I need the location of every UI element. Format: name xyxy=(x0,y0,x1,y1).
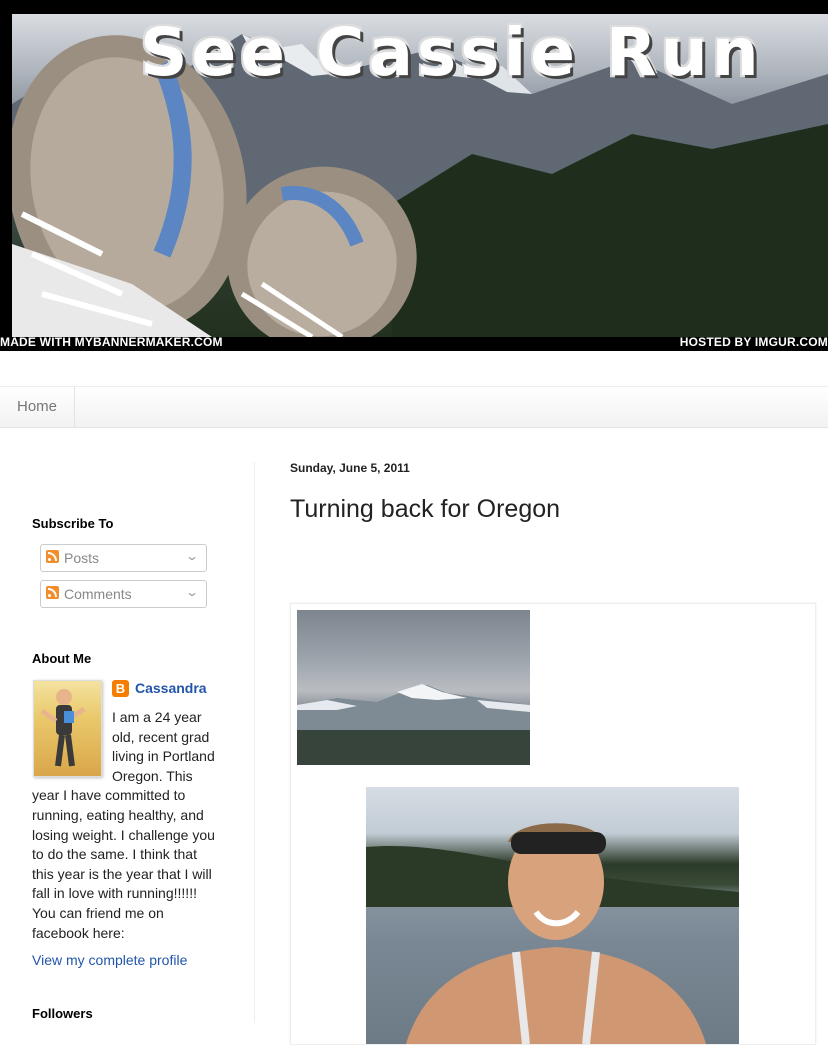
view-profile-link[interactable]: View my complete profile xyxy=(32,952,187,968)
blog-header-banner[interactable]: See Cassie Run MADE WITH MYBANNERMAKER.C… xyxy=(0,0,828,351)
selfie-lake-photo-image xyxy=(366,823,739,1044)
author-name-link[interactable]: Cassandra xyxy=(135,680,207,696)
subscribe-posts-label: Posts xyxy=(64,550,100,566)
post-title[interactable]: Turning back for Oregon xyxy=(290,495,560,524)
blog-title: See Cassie Run xyxy=(140,14,763,91)
subscribe-comments-dropdown[interactable]: Comments ⌄ xyxy=(40,580,207,608)
banner-credit-right: HOSTED BY IMGUR.COM xyxy=(679,335,828,349)
chevron-down-icon: ⌄ xyxy=(184,549,200,563)
tab-home[interactable]: Home xyxy=(0,387,75,427)
post-date: Sunday, June 5, 2011 xyxy=(290,461,410,475)
chevron-down-icon: ⌄ xyxy=(184,585,200,599)
subscribe-comments-label: Comments xyxy=(64,586,132,602)
feed-icon xyxy=(46,550,59,563)
subscribe-heading: Subscribe To xyxy=(32,516,114,531)
column-divider xyxy=(254,462,255,1023)
banner-credit-left: MADE WITH MYBANNERMAKER.COM xyxy=(0,335,223,349)
page-tabs: Home xyxy=(0,386,828,428)
mountain-photo[interactable] xyxy=(297,610,530,765)
feed-icon xyxy=(46,586,59,599)
post-body xyxy=(290,603,816,1045)
blogger-icon: B xyxy=(112,680,129,697)
followers-heading: Followers xyxy=(32,1006,93,1021)
about-me-text: I am a 24 year old, recent grad living i… xyxy=(32,708,222,943)
subscribe-posts-dropdown[interactable]: Posts ⌄ xyxy=(40,544,207,572)
about-me-heading: About Me xyxy=(32,651,92,666)
selfie-lake-photo[interactable] xyxy=(366,787,739,1044)
mountain-photo-image xyxy=(297,684,530,765)
